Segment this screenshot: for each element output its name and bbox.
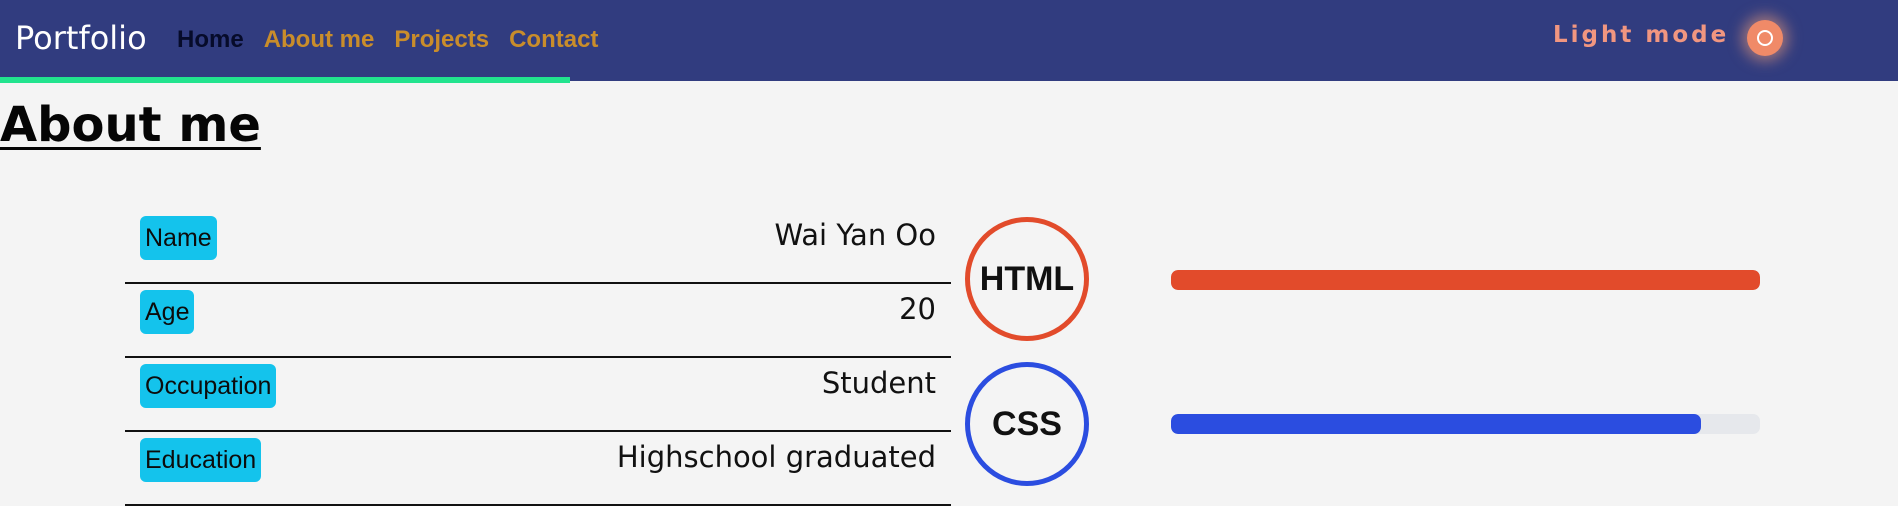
info-value: 20 — [899, 292, 936, 326]
skill-badge-html: HTML — [965, 217, 1089, 341]
info-row-age: Age 20 — [125, 284, 951, 358]
skill-progress-fill — [1171, 414, 1702, 434]
info-key: Age — [140, 290, 195, 334]
top-navbar: Portfolio Home About me Projects Contact… — [0, 0, 1898, 81]
info-value: Student — [821, 366, 936, 400]
info-row-name: Name Wai Yan Oo — [125, 210, 951, 284]
nav-links: Home About me Projects Contact — [177, 26, 618, 54]
info-row-education: Education Highschool graduated — [125, 432, 951, 506]
info-key: Occupation — [140, 364, 277, 408]
nav-link-contact[interactable]: Contact — [509, 26, 598, 54]
nav-link-home[interactable]: Home — [177, 26, 244, 54]
skill-progress-bar-css — [1171, 414, 1760, 434]
skill-progress-fill — [1171, 270, 1760, 290]
skill-badge-css: CSS — [965, 362, 1089, 486]
info-key: Education — [140, 438, 262, 482]
page-title: About me — [0, 97, 261, 153]
skill-name: HTML — [979, 259, 1075, 298]
info-row-occupation: Occupation Student — [125, 358, 951, 432]
skill-name: CSS — [992, 404, 1062, 443]
brand-logo[interactable]: Portfolio — [15, 19, 147, 57]
skill-progress-bar-html — [1171, 270, 1760, 290]
nav-progress-indicator — [0, 77, 570, 83]
nav-link-projects[interactable]: Projects — [394, 26, 489, 54]
sun-icon[interactable] — [1747, 20, 1783, 56]
nav-link-about[interactable]: About me — [264, 26, 375, 54]
info-value: Wai Yan Oo — [774, 218, 936, 252]
theme-mode-label: Light mode — [1553, 22, 1730, 48]
personal-info-table: Name Wai Yan Oo Age 20 Occupation Studen… — [125, 210, 951, 506]
info-key: Name — [140, 216, 217, 260]
info-value: Highschool graduated — [616, 440, 936, 474]
